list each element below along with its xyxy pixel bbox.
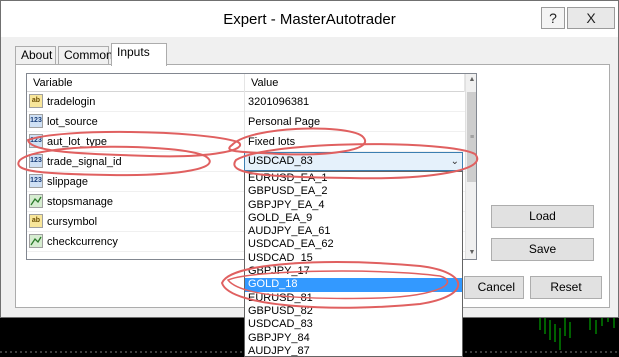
cancel-button[interactable]: Cancel xyxy=(464,276,524,299)
value-cell[interactable]: Fixed lots xyxy=(245,132,465,152)
scroll-up-icon[interactable]: ▲ xyxy=(466,74,476,86)
dropdown-option[interactable]: GBPJPY_17 xyxy=(245,265,462,278)
dropdown-option[interactable]: GBPUSD_EA_2 xyxy=(245,185,462,198)
variable-cell: 123 trade_signal_id xyxy=(27,152,245,172)
value-cell[interactable]: Personal Page xyxy=(245,112,465,132)
tab-common[interactable]: Common xyxy=(58,46,113,65)
load-button[interactable]: Load xyxy=(491,205,594,228)
dropdown-option[interactable]: EURUSD_81 xyxy=(245,292,462,305)
select-value: USDCAD_83 xyxy=(248,155,313,167)
variable-name: tradelogin xyxy=(47,96,96,108)
table-row[interactable]: 123 lot_source Personal Page xyxy=(27,112,465,132)
grip-icon: ≡ xyxy=(470,134,475,141)
integer-type-icon: 123 xyxy=(29,134,43,148)
grid-header: Variable Value xyxy=(27,74,465,92)
dropdown-option[interactable]: GBPJPY_84 xyxy=(245,332,462,345)
variable-cell: 123 slippage xyxy=(27,172,245,192)
string-type-icon: ab xyxy=(29,94,43,108)
trade-signal-select[interactable]: USDCAD_83 ⌄ xyxy=(244,152,463,171)
column-header-value[interactable]: Value xyxy=(245,74,465,92)
dropdown-option[interactable]: USDCAD_83 xyxy=(245,318,462,331)
dropdown-option[interactable]: USDCAD_15 xyxy=(245,252,462,265)
variable-cell: ab tradelogin xyxy=(27,92,245,112)
dropdown-option[interactable]: AUDJPY_EA_61 xyxy=(245,225,462,238)
table-row[interactable]: 123 aut_lot_type Fixed lots xyxy=(27,132,465,152)
scroll-thumb[interactable]: ≡ xyxy=(467,92,476,182)
save-button[interactable]: Save xyxy=(491,238,594,261)
vertical-scrollbar[interactable]: ▲ ≡ ▼ xyxy=(465,74,476,259)
dropdown-option[interactable]: GBPJPY_EA_4 xyxy=(245,199,462,212)
chevron-down-icon[interactable]: ⌄ xyxy=(451,154,459,169)
dropdown-option[interactable]: GOLD_EA_9 xyxy=(245,212,462,225)
dropdown-option[interactable]: AUDJPY_87 xyxy=(245,345,462,356)
variable-cell: checkcurrency xyxy=(27,232,245,252)
double-type-icon xyxy=(29,194,43,208)
variable-name: aut_lot_type xyxy=(47,136,107,148)
window-title: Expert - MasterAutotrader xyxy=(223,11,396,28)
tab-about[interactable]: About xyxy=(15,46,56,65)
dropdown-option[interactable]: GBPUSD_82 xyxy=(245,305,462,318)
column-header-variable[interactable]: Variable xyxy=(27,74,245,92)
signal-dropdown-list[interactable]: EURUSD_EA_1 GBPUSD_EA_2 GBPJPY_EA_4 GOLD… xyxy=(244,171,463,357)
variable-cell: 123 lot_source xyxy=(27,112,245,132)
dropdown-option[interactable]: USDCAD_EA_62 xyxy=(245,238,462,251)
help-button[interactable]: ? xyxy=(541,7,565,29)
variable-name: trade_signal_id xyxy=(47,156,122,168)
reset-button[interactable]: Reset xyxy=(530,276,602,299)
title-bar[interactable]: Expert - MasterAutotrader ? X xyxy=(1,1,618,37)
close-button[interactable]: X xyxy=(567,7,615,29)
integer-type-icon: 123 xyxy=(29,174,43,188)
scroll-down-icon[interactable]: ▼ xyxy=(466,247,476,259)
integer-type-icon: 123 xyxy=(29,154,43,168)
tab-inputs[interactable]: Inputs xyxy=(111,43,167,66)
dropdown-option[interactable]: EURUSD_EA_1 xyxy=(245,172,462,185)
variable-cell: 123 aut_lot_type xyxy=(27,132,245,152)
integer-type-icon: 123 xyxy=(29,114,43,128)
variable-name: cursymbol xyxy=(47,216,98,228)
variable-cell: ab cursymbol xyxy=(27,212,245,232)
table-row[interactable]: ab tradelogin 3201096381 xyxy=(27,92,465,112)
dropdown-option-selected[interactable]: GOLD_18 xyxy=(245,278,462,292)
value-cell[interactable]: 3201096381 xyxy=(245,92,465,112)
variable-name: lot_source xyxy=(47,116,98,128)
double-type-icon xyxy=(29,234,43,248)
variable-name: slippage xyxy=(47,176,88,188)
string-type-icon: ab xyxy=(29,214,43,228)
variable-name: checkcurrency xyxy=(47,236,118,248)
variable-cell: stopsmanage xyxy=(27,192,245,212)
variable-name: stopsmanage xyxy=(47,196,114,208)
